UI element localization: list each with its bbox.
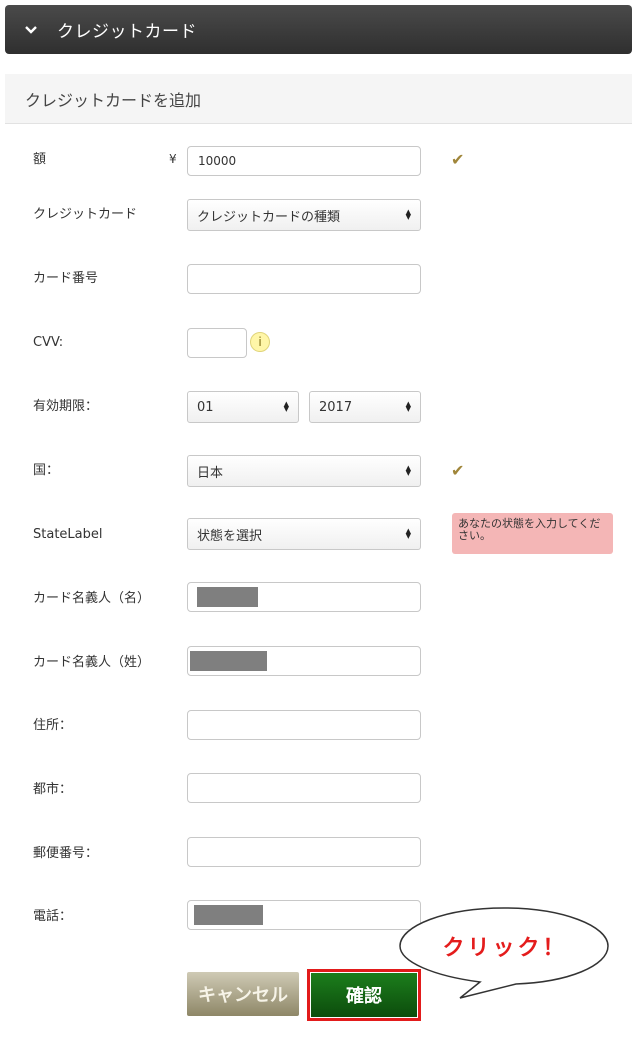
header-title: クレジットカード [57, 22, 197, 42]
country-value: 日本 [197, 465, 224, 481]
last-name-label: カード名義人（姓） [33, 655, 151, 670]
amount-input[interactable]: 10000 [187, 146, 421, 176]
select-arrows-icon: ▲ ▼ [283, 400, 289, 413]
card-type-label: クレジットカード [33, 207, 138, 222]
select-arrows-icon: ▲ ▼ [405, 208, 411, 221]
card-type-select[interactable]: クレジットカードの種類 ▲ ▼ [187, 199, 421, 231]
cancel-button[interactable]: キャンセル [187, 972, 299, 1016]
expiry-month-value: 01 [197, 399, 214, 415]
city-label: 都市： [33, 782, 73, 797]
state-select[interactable]: 状態を選択 ▲ ▼ [187, 518, 421, 550]
header-bar[interactable]: クレジットカード [5, 5, 632, 54]
select-arrows-icon: ▲ ▼ [405, 400, 411, 413]
address-label: 住所： [33, 718, 73, 733]
state-label: StateLabel [33, 527, 103, 542]
confirm-button[interactable]: 確認 [311, 973, 417, 1017]
redacted-block [197, 587, 258, 607]
card-number-input[interactable] [187, 264, 421, 294]
amount-label: 額 [33, 152, 47, 167]
first-name-label: カード名義人（名） [33, 591, 151, 606]
postal-label: 郵便番号： [33, 846, 99, 861]
cvv-label: CVV: [33, 335, 64, 350]
select-arrows-icon: ▲ ▼ [405, 527, 411, 540]
callout-text: クリック！ [442, 936, 568, 961]
info-icon[interactable]: i [250, 332, 270, 352]
expiry-year-select[interactable]: 2017 ▲ ▼ [309, 391, 421, 423]
city-input[interactable] [187, 773, 421, 803]
section-title: クレジットカードを追加 [5, 74, 632, 124]
address-input[interactable] [187, 710, 421, 740]
card-type-value: クレジットカードの種類 [197, 209, 341, 225]
currency-symbol: ¥ [169, 152, 177, 166]
expiry-month-select[interactable]: 01 ▲ ▼ [187, 391, 299, 423]
select-arrows-icon: ▲ ▼ [405, 464, 411, 477]
country-label: 国： [33, 463, 60, 478]
redacted-block [190, 651, 267, 671]
chevron-down-icon[interactable] [5, 20, 57, 39]
check-icon: ✔ [451, 150, 465, 169]
cvv-input[interactable] [187, 328, 247, 358]
check-icon: ✔ [451, 461, 465, 480]
phone-label: 電話： [33, 909, 73, 924]
expiry-year-value: 2017 [319, 399, 353, 415]
card-number-label: カード番号 [33, 271, 99, 286]
state-tooltip: あなたの状態を入力してください。 [452, 513, 613, 554]
postal-input[interactable] [187, 837, 421, 867]
expiry-label: 有効期限： [33, 399, 99, 414]
redacted-block [194, 905, 263, 925]
state-value: 状態を選択 [197, 528, 263, 544]
country-select[interactable]: 日本 ▲ ▼ [187, 455, 421, 487]
